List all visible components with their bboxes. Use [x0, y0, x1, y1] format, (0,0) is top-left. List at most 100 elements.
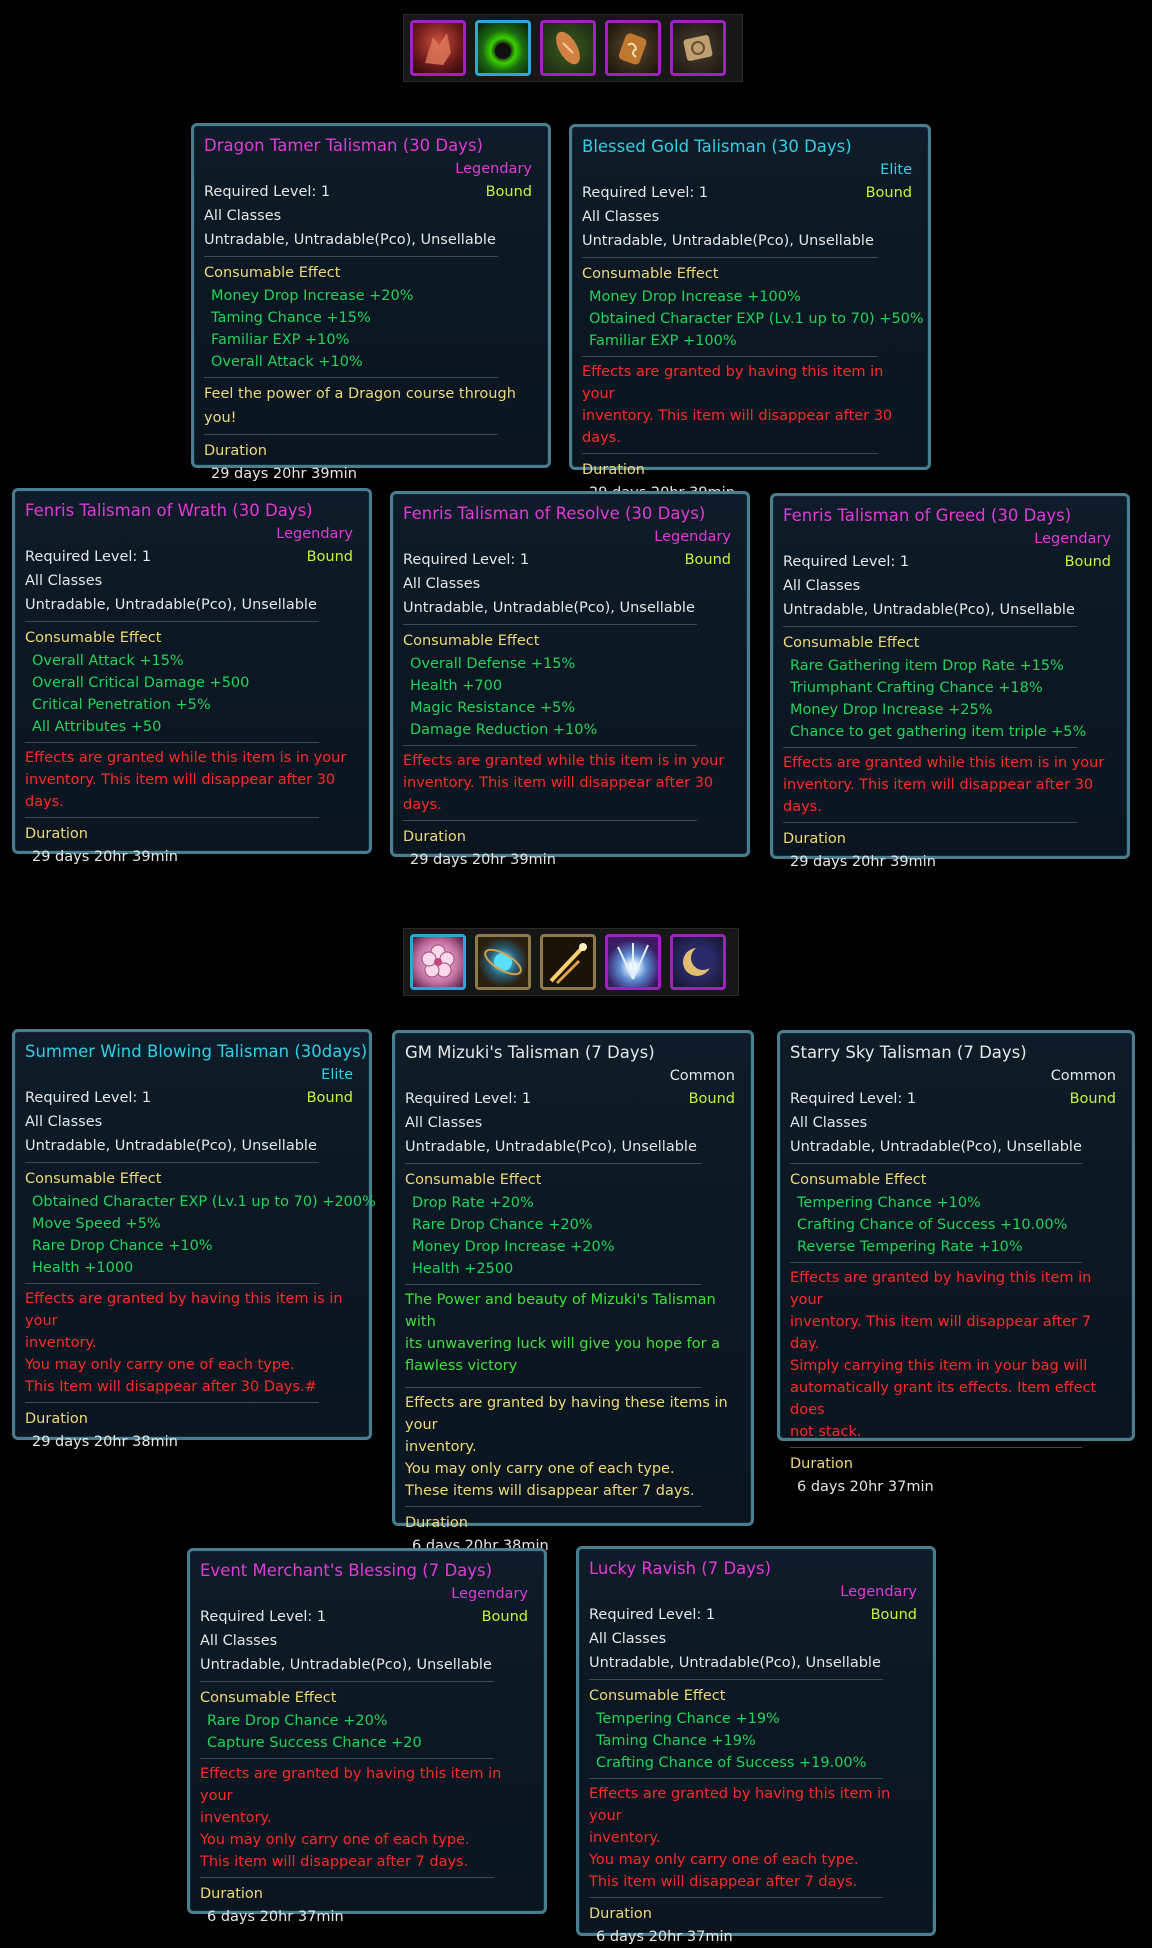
blue-orb-icon[interactable] [475, 934, 531, 990]
tooltip-blessed-gold[interactable]: Blessed Gold Talisman (30 Days) Elite Re… [569, 124, 931, 501]
item-title: Lucky Ravish (7 Days) [589, 1559, 772, 1578]
effect-line: Money Drop Increase +25% [790, 702, 993, 718]
orange-talisman-icon[interactable] [540, 20, 596, 76]
effect-line: Reverse Tempering Rate +10% [797, 1239, 1023, 1255]
trade-restriction: Untradable, Untradable(Pco), Unsellable [783, 602, 1075, 618]
effect-line: Damage Reduction +10% [410, 722, 598, 738]
duration-value: 29 days 20hr 39min [790, 854, 936, 870]
divider [200, 1758, 494, 1759]
bound-label: Bound [306, 1090, 353, 1106]
divider [790, 1447, 1083, 1448]
item-grade: Elite [880, 162, 912, 178]
duration-value: 29 days 20hr 39min [32, 849, 178, 865]
divider [790, 1262, 1083, 1263]
consumable-effect-header: Consumable Effect [25, 1171, 162, 1187]
warning-text: inventory. [589, 1830, 661, 1846]
effect-line: Tempering Chance +10% [797, 1195, 981, 1211]
required-level: Required Level: 1 [25, 1090, 152, 1106]
warning-text: You may only carry one of each type. [25, 1357, 295, 1373]
tooltip-lucky-ravish[interactable]: Lucky Ravish (7 Days) Legendary Required… [576, 1546, 936, 1945]
effect-line: Taming Chance +15% [211, 310, 371, 326]
class-restriction: All Classes [403, 576, 481, 592]
tooltip-dragon-tamer[interactable]: Dragon Tamer Talisman (30 Days) Legendar… [191, 123, 551, 482]
duration-label: Duration [204, 443, 267, 459]
effect-line: Capture Success Chance +20 [207, 1735, 422, 1751]
warning-text: inventory. This item will disappear afte… [783, 777, 1094, 815]
required-level: Required Level: 1 [403, 552, 530, 568]
divider [204, 377, 498, 378]
divider [204, 256, 498, 257]
tooltip-gm-mizuki[interactable]: GM Mizuki's Talisman (7 Days) Common Req… [392, 1030, 754, 1554]
consumable-effect-header: Consumable Effect [582, 266, 719, 282]
warning-text: Effects are granted while this item is i… [403, 753, 725, 769]
tooltip-event-merchant[interactable]: Event Merchant's Blessing (7 Days) Legen… [187, 1548, 547, 1925]
bound-label: Bound [1069, 1091, 1116, 1107]
bound-label: Bound [688, 1091, 735, 1107]
divider [200, 1877, 494, 1878]
duration-value: 6 days 20hr 37min [596, 1929, 733, 1945]
effect-line: All Attributes +50 [32, 719, 162, 735]
divider [405, 1284, 701, 1285]
effect-line: Rare Gathering item Drop Rate +15% [790, 658, 1064, 674]
effect-line: Critical Penetration +5% [32, 697, 211, 713]
tooltip-fenris-wrath[interactable]: Fenris Talisman of Wrath (30 Days) Legen… [12, 488, 372, 865]
flavor-text: Feel the power of a Dragon course throug… [204, 386, 516, 426]
bound-label: Bound [481, 1609, 528, 1625]
divider [582, 257, 878, 258]
item-title: Summer Wind Blowing Talisman (30days) [25, 1042, 368, 1061]
divider [403, 820, 697, 821]
effect-line: Money Drop Increase +20% [412, 1239, 615, 1255]
bound-label: Bound [684, 552, 731, 568]
item-title: Event Merchant's Blessing (7 Days) [200, 1561, 493, 1580]
divider [589, 1778, 883, 1779]
consumable-effect-header: Consumable Effect [403, 633, 540, 649]
blue-explosion-icon[interactable] [605, 934, 661, 990]
effect-line: Overall Attack +10% [211, 354, 363, 370]
class-restriction: All Classes [405, 1115, 483, 1131]
class-restriction: All Classes [582, 209, 660, 225]
divider [783, 626, 1077, 627]
warning-text: inventory. This item will disappear afte… [790, 1314, 1091, 1352]
item-grade: Elite [321, 1067, 353, 1083]
class-restriction: All Classes [204, 208, 282, 224]
pink-flower-icon[interactable] [410, 934, 466, 990]
notice-text: You may only carry one of each type. [405, 1461, 675, 1477]
notice-text: inventory. [405, 1439, 477, 1455]
consumable-effect-header: Consumable Effect [405, 1172, 542, 1188]
item-grade: Legendary [1034, 531, 1111, 547]
tooltip-fenris-greed[interactable]: Fenris Talisman of Greed (30 Days) Legen… [770, 493, 1130, 870]
effect-line: Crafting Chance of Success +19.00% [596, 1755, 867, 1771]
tooltip-fenris-resolve[interactable]: Fenris Talisman of Resolve (30 Days) Leg… [390, 491, 750, 868]
warning-text: Effects are granted by having this item … [790, 1270, 1092, 1308]
golden-aura-icon[interactable] [475, 20, 531, 76]
red-dragon-icon[interactable] [410, 20, 466, 76]
gold-tablet-icon[interactable] [670, 20, 726, 76]
class-restriction: All Classes [790, 1115, 868, 1131]
item-grade: Legendary [276, 526, 353, 542]
tooltip-starry-sky[interactable]: Starry Sky Talisman (7 Days) Common Requ… [777, 1030, 1135, 1495]
warning-text: inventory. This item will disappear afte… [582, 408, 893, 446]
warning-text: This item will disappear after 7 days. [200, 1854, 469, 1870]
crescent-moon-icon[interactable] [670, 934, 726, 990]
divider [405, 1163, 701, 1164]
effect-line: Crafting Chance of Success +10.00% [797, 1217, 1068, 1233]
shooting-star-icon[interactable] [540, 934, 596, 990]
effect-line: Familiar EXP +100% [589, 333, 737, 349]
divider [25, 742, 319, 743]
trade-restriction: Untradable, Untradable(Pco), Unsellable [582, 233, 874, 249]
warning-text: automatically grant its effects. Item ef… [790, 1380, 1097, 1418]
item-title: Blessed Gold Talisman (30 Days) [582, 137, 852, 156]
required-level: Required Level: 1 [582, 185, 709, 201]
tooltip-summer-wind[interactable]: Summer Wind Blowing Talisman (30days) El… [12, 1029, 376, 1450]
effect-line: Overall Defense +15% [410, 656, 576, 672]
consumable-effect-header: Consumable Effect [25, 630, 162, 646]
trade-restriction: Untradable, Untradable(Pco), Unsellable [403, 600, 695, 616]
item-grade: Legendary [840, 1584, 917, 1600]
effect-line: Taming Chance +19% [596, 1733, 756, 1749]
warning-text: not stack. [790, 1424, 862, 1440]
required-level: Required Level: 1 [783, 554, 910, 570]
effect-line: Health +1000 [32, 1260, 134, 1276]
effect-line: Triumphant Crafting Chance +18% [790, 680, 1043, 696]
item-title: Fenris Talisman of Resolve (30 Days) [403, 504, 706, 523]
rune-charm-icon[interactable] [605, 20, 661, 76]
